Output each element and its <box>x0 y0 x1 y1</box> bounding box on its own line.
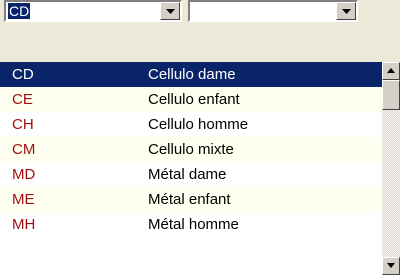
list-item-code: CM <box>12 141 36 158</box>
arrow-down-icon <box>387 263 395 268</box>
list-item-label: Cellulo homme <box>148 116 249 133</box>
list-item-label: Cellulo dame <box>148 66 236 83</box>
list-item-code: MH <box>12 216 36 233</box>
code-combo[interactable]: CD <box>4 0 182 22</box>
list-item[interactable]: ME Métal enfant <box>0 187 382 212</box>
list-item[interactable]: CM Cellulo mixte <box>0 137 382 162</box>
chevron-down-icon <box>342 9 351 14</box>
code-dropdown-list[interactable]: CD Cellulo dame CE Cellulo enfant CH Cel… <box>0 62 382 275</box>
list-item[interactable]: CD Cellulo dame <box>0 62 382 87</box>
list-item-code: CE <box>12 91 33 108</box>
scrollbar-thumb[interactable] <box>382 80 400 110</box>
secondary-combo[interactable] <box>188 0 358 22</box>
list-item-code: ME <box>12 191 35 208</box>
chevron-down-icon <box>166 9 175 14</box>
list-item[interactable]: MD Métal dame <box>0 162 382 187</box>
scroll-up-button[interactable] <box>382 62 400 80</box>
list-item-label: Métal homme <box>148 216 239 233</box>
list-vertical-scrollbar[interactable] <box>382 62 400 275</box>
list-item-label: Métal dame <box>148 166 227 183</box>
list-item[interactable]: CH Cellulo homme <box>0 112 382 137</box>
secondary-combo-dropdown-button[interactable] <box>336 2 356 20</box>
list-item-code: CD <box>12 66 34 83</box>
list-item-label: Cellulo mixte <box>148 141 234 158</box>
code-combo-dropdown-button[interactable] <box>160 2 180 20</box>
arrow-up-icon <box>387 68 395 73</box>
list-item-code: CH <box>12 116 34 133</box>
scroll-down-button[interactable] <box>382 257 400 275</box>
list-item-label: Métal enfant <box>148 191 231 208</box>
list-item[interactable]: MH Métal homme <box>0 212 382 237</box>
list-item[interactable]: CE Cellulo enfant <box>0 87 382 112</box>
code-combo-value[interactable]: CD <box>8 3 31 19</box>
list-item-code: MD <box>12 166 36 183</box>
code-picker-window: CD CD Cellulo dame CE Cellulo enfant CH … <box>0 0 400 275</box>
list-item-label: Cellulo enfant <box>148 91 240 108</box>
